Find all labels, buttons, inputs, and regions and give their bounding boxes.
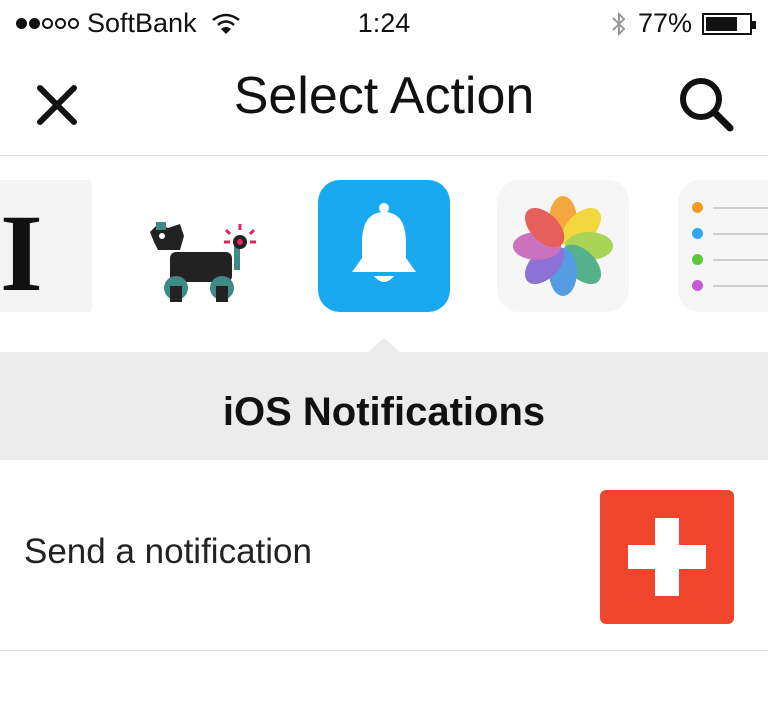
battery-percent: 77%: [637, 8, 692, 38]
selection-pointer: [366, 338, 402, 354]
selected-service-title: iOS Notifications: [222, 390, 546, 434]
reminder-row: [692, 202, 768, 213]
instapaper-icon[interactable]: I: [0, 180, 92, 314]
reminder-line: [713, 284, 768, 287]
reminder-line: [713, 258, 768, 261]
reminder-dot: [692, 202, 703, 213]
reminder-row: [692, 280, 768, 291]
instapaper-letter: I: [0, 192, 43, 314]
bell-notification-icon[interactable]: [318, 180, 450, 312]
nav-bar: Select Action: [0, 50, 768, 156]
search-icon[interactable]: [674, 72, 738, 136]
reminder-line: [713, 232, 768, 235]
robot-dog-icon[interactable]: [140, 180, 272, 312]
add-action-button[interactable]: [600, 490, 734, 624]
action-row-send-notification[interactable]: Send a notification: [0, 460, 768, 651]
action-label: Send a notification: [24, 532, 312, 571]
status-bar: SoftBank 1:24 77%: [0, 0, 768, 50]
photos-glyph: [513, 196, 613, 296]
battery-icon: [702, 12, 756, 35]
reminder-line: [713, 206, 768, 209]
bluetooth-icon: [612, 11, 626, 36]
battery-fill: [706, 16, 737, 31]
reminder-row: [692, 254, 768, 265]
reminders-icon[interactable]: [678, 180, 768, 312]
page-title: Select Action: [233, 67, 535, 125]
reminder-dot: [692, 228, 703, 239]
plus-icon-bar: [628, 545, 706, 569]
status-right: 77%: [610, 8, 756, 39]
service-carousel[interactable]: I: [0, 156, 768, 352]
bell-glyph: [352, 203, 416, 282]
reminder-row: [692, 228, 768, 239]
battery-tip: [752, 20, 756, 29]
reminder-dot: [692, 254, 703, 265]
selected-service-header: iOS Notifications: [0, 338, 768, 460]
reminder-dot: [692, 280, 703, 291]
photos-flower-icon[interactable]: [497, 180, 629, 312]
